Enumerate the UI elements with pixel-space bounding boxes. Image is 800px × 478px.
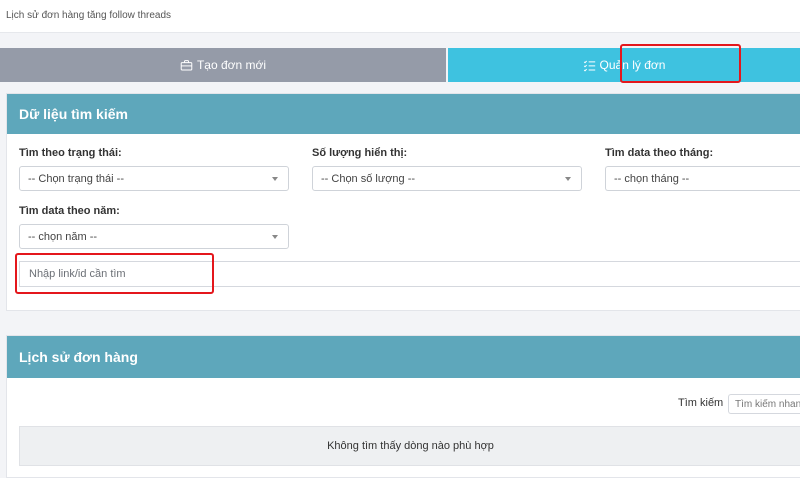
list-check-icon (583, 59, 596, 72)
top-bar: Lịch sử đơn hàng tăng follow threads (0, 0, 800, 33)
year-label: Tìm data theo năm: (19, 205, 120, 217)
search-card: Dữ liệu tìm kiếm Tìm theo trạng thái: --… (6, 93, 800, 311)
tab-new-order[interactable]: Tạo đơn mới (0, 48, 446, 82)
empty-message: Không tìm thấy dòng nào phù hợp (327, 440, 494, 452)
history-card-title: Lịch sử đơn hàng (7, 336, 800, 378)
status-label: Tìm theo trạng thái: (19, 147, 122, 159)
caret-down-icon (565, 177, 571, 181)
empty-table-row: Không tìm thấy dòng nào phù hợp (19, 426, 800, 466)
quantity-select-value: -- Chọn số lượng -- (321, 172, 416, 185)
tab-manage-orders[interactable]: Quản lý đơn (448, 48, 800, 82)
briefcase-icon (180, 59, 193, 72)
search-card-title: Dữ liệu tìm kiếm (7, 94, 800, 134)
quick-search-label: Tìm kiếm (678, 397, 724, 409)
breadcrumb: Lịch sử đơn hàng tăng follow threads (6, 10, 172, 21)
quantity-label: Số lượng hiển thị: (312, 147, 408, 159)
quantity-select[interactable]: -- Chọn số lượng -- (312, 166, 582, 191)
caret-down-icon (272, 177, 278, 181)
status-select[interactable]: -- Chọn trạng thái -- (19, 166, 289, 191)
history-card: Lịch sử đơn hàng Tìm kiếm Không tìm thấy… (6, 335, 800, 478)
link-search-input[interactable] (19, 261, 800, 287)
tab-new-order-label: Tạo đơn mới (196, 58, 267, 72)
status-select-value: -- Chọn trạng thái -- (28, 172, 124, 185)
month-select-value: -- chọn tháng -- (614, 172, 690, 185)
year-select[interactable]: -- chọn năm -- (19, 224, 289, 249)
tab-manage-orders-label: Quản lý đơn (599, 58, 666, 72)
month-select[interactable]: -- chọn tháng -- (605, 166, 800, 191)
quick-search-input[interactable] (728, 394, 800, 414)
month-label: Tìm data theo tháng: (605, 147, 714, 159)
year-select-value: -- chọn năm -- (28, 230, 98, 243)
caret-down-icon (272, 235, 278, 239)
